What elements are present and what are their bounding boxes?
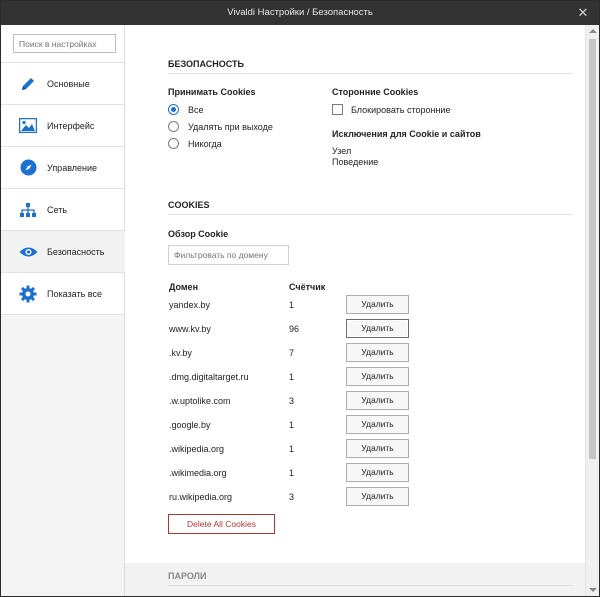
window-title: Vivaldi Настройки / Безопасность xyxy=(227,7,373,18)
cookie-domain: ru.wikipedia.org xyxy=(169,492,233,502)
delete-cookie-button[interactable]: Удалить xyxy=(346,463,409,482)
title-bar: Vivaldi Настройки / Безопасность ✕ xyxy=(1,1,599,25)
section-title-security: БЕЗОПАСНОСТЬ xyxy=(168,59,244,69)
radio-delete-on-exit-label: Удалять при выходе xyxy=(188,122,273,132)
passwords-section-header: ПАРОЛИ xyxy=(125,563,585,596)
scrollbar-thumb[interactable] xyxy=(589,39,596,459)
delete-cookie-button[interactable]: Удалить xyxy=(346,319,409,338)
settings-content: БЕЗОПАСНОСТЬ Принимать Cookies Все Удаля… xyxy=(125,25,585,596)
section-title-passwords: ПАРОЛИ xyxy=(168,571,207,581)
sidebar-item-label: Управление xyxy=(47,162,98,173)
cookie-count: 3 xyxy=(289,396,295,406)
exceptions-behavior-column: Поведение xyxy=(332,157,379,167)
sidebar-item-network[interactable]: Сеть xyxy=(1,189,124,231)
cookie-count: 3 xyxy=(289,492,295,502)
cookie-domain: .google.by xyxy=(169,420,211,430)
delete-cookie-button[interactable]: Удалить xyxy=(346,487,409,506)
eye-icon xyxy=(18,242,38,262)
section-divider xyxy=(168,73,573,74)
cookie-domain: .w.uptolike.com xyxy=(169,396,231,406)
sidebar-item-label: Безопасность xyxy=(47,246,105,257)
sidebar-item-show-all[interactable]: Показать все xyxy=(1,273,124,315)
accept-cookies-label: Принимать Cookies xyxy=(168,87,256,97)
cookie-domain: yandex.by xyxy=(169,300,211,310)
delete-cookie-button[interactable]: Удалить xyxy=(346,439,409,458)
cookie-domain: www.kv.by xyxy=(169,324,211,334)
delete-cookie-button[interactable]: Удалить xyxy=(346,415,409,434)
exceptions-host-column: Узел xyxy=(332,146,352,156)
cookie-count: 1 xyxy=(289,444,295,454)
gear-icon xyxy=(18,284,38,304)
settings-window: Vivaldi Настройки / Безопасность ✕ Основ… xyxy=(0,0,600,597)
cookie-domain: .kv.by xyxy=(169,348,192,358)
scroll-up-icon[interactable] xyxy=(589,29,597,33)
vertical-scrollbar[interactable] xyxy=(585,25,599,596)
delete-cookie-button[interactable]: Удалить xyxy=(346,295,409,314)
sidebar-item-label: Показать все xyxy=(47,288,102,299)
image-icon xyxy=(18,116,38,136)
exceptions-label: Исключения для Cookie и сайтов xyxy=(332,129,481,139)
cookie-count: 1 xyxy=(289,468,295,478)
count-column-header: Счётчик xyxy=(289,282,326,292)
cookie-domain: .wikimedia.org xyxy=(169,468,227,478)
sidebar-item-control[interactable]: Управление xyxy=(1,147,124,189)
sidebar-item-label: Интерфейс xyxy=(47,120,95,131)
radio-never[interactable] xyxy=(168,138,179,149)
cookie-count: 1 xyxy=(289,420,295,430)
search-input[interactable] xyxy=(13,34,116,53)
radio-accept-all-label: Все xyxy=(188,105,204,115)
section-divider xyxy=(168,214,573,215)
cookie-count: 96 xyxy=(289,324,300,334)
delete-cookie-button[interactable]: Удалить xyxy=(346,391,409,410)
close-icon[interactable]: ✕ xyxy=(573,1,593,25)
sidebar-item-interface[interactable]: Интерфейс xyxy=(1,105,124,147)
cookie-count: 7 xyxy=(289,348,295,358)
sidebar: Основные Интерфейс Управление Сеть Безоп xyxy=(1,25,125,596)
cookie-domain: .wikipedia.org xyxy=(169,444,225,454)
pencil-icon xyxy=(18,74,38,94)
network-icon xyxy=(18,200,38,220)
sidebar-item-general[interactable]: Основные xyxy=(1,63,124,105)
scroll-down-icon[interactable] xyxy=(589,588,597,592)
sidebar-item-label: Сеть xyxy=(47,204,68,215)
delete-cookie-button[interactable]: Удалить xyxy=(346,367,409,386)
cookie-overview-label: Обзор Cookie xyxy=(168,229,229,239)
delete-cookie-button[interactable]: Удалить xyxy=(346,343,409,362)
cookie-count: 1 xyxy=(289,372,295,382)
sidebar-item-label: Основные xyxy=(47,78,90,89)
section-divider xyxy=(168,585,573,586)
sidebar-search-area xyxy=(1,25,124,63)
cookie-domain: .dmg.digitaltarget.ru xyxy=(169,372,249,382)
radio-never-label: Никогда xyxy=(188,139,222,149)
block-third-party-checkbox[interactable] xyxy=(332,104,343,115)
sidebar-item-security[interactable]: Безопасность xyxy=(1,231,125,273)
cookie-filter-input[interactable] xyxy=(168,245,289,265)
third-party-label: Сторонние Cookies xyxy=(332,87,419,97)
delete-all-cookies-button[interactable]: Delete All Cookies xyxy=(168,514,275,534)
radio-delete-on-exit[interactable] xyxy=(168,121,179,132)
block-third-party-label: Блокировать сторонние xyxy=(351,105,451,115)
cookie-count: 1 xyxy=(289,300,295,310)
domain-column-header: Домен xyxy=(169,282,198,292)
compass-icon xyxy=(18,158,38,178)
radio-accept-all[interactable] xyxy=(168,104,179,115)
section-title-cookies: COOKIES xyxy=(168,200,210,210)
